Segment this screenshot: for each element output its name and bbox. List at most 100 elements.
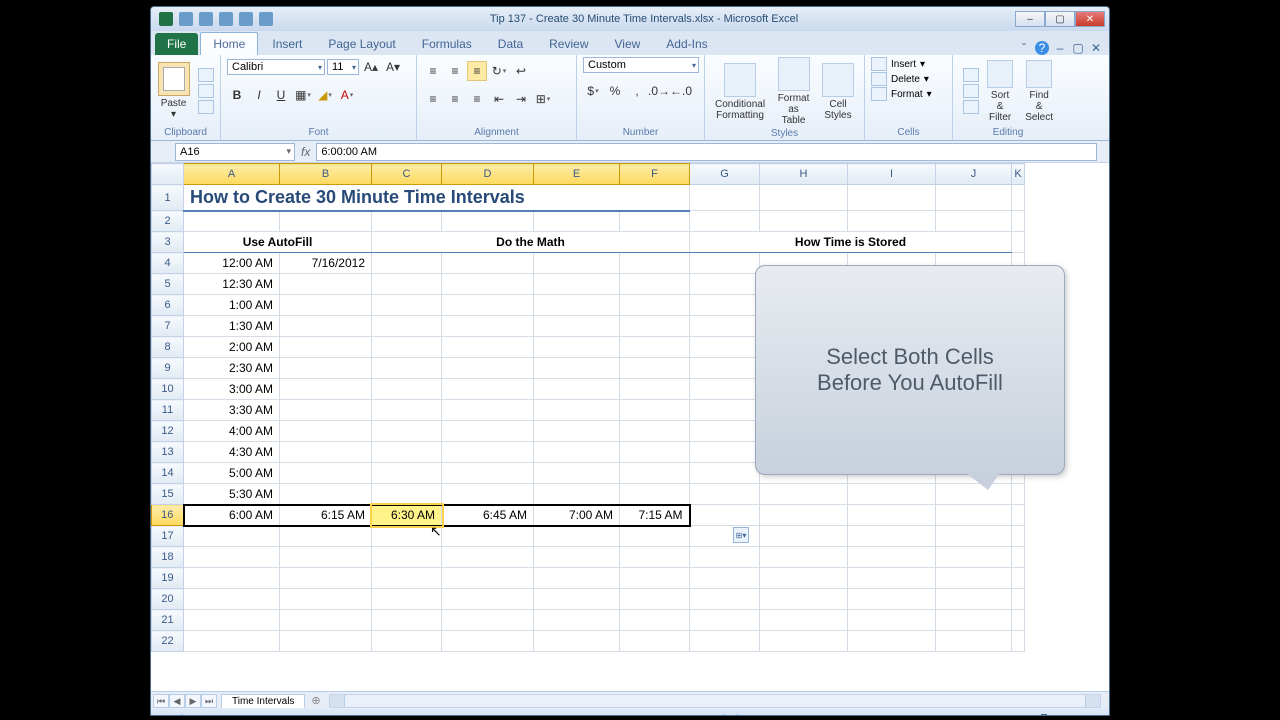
cell-K20[interactable]	[1012, 589, 1025, 610]
cell-E10[interactable]	[534, 379, 620, 400]
cell-C18[interactable]	[372, 547, 442, 568]
cell-B18[interactable]	[280, 547, 372, 568]
row-header-2[interactable]: 2	[152, 211, 184, 232]
cell-K2[interactable]	[1012, 211, 1025, 232]
cell-J19[interactable]	[936, 568, 1012, 589]
cell-G10[interactable]	[690, 379, 760, 400]
cell-I17[interactable]	[848, 526, 936, 547]
col-header-A[interactable]: A	[184, 164, 280, 185]
cell-A20[interactable]	[184, 589, 280, 610]
cell-B12[interactable]	[280, 421, 372, 442]
cell-B11[interactable]	[280, 400, 372, 421]
cell-D15[interactable]	[442, 484, 534, 505]
minimize-ribbon-icon[interactable]: ˇ	[1017, 41, 1031, 55]
col-header-D[interactable]: D	[442, 164, 534, 185]
cell-F15[interactable]	[620, 484, 690, 505]
cell-A17[interactable]	[184, 526, 280, 547]
redo-icon[interactable]	[219, 12, 233, 26]
cell-C11[interactable]	[372, 400, 442, 421]
cell-D11[interactable]	[442, 400, 534, 421]
cell-E12[interactable]	[534, 421, 620, 442]
cell-A2[interactable]	[184, 211, 280, 232]
cell-C12[interactable]	[372, 421, 442, 442]
cell-C19[interactable]	[372, 568, 442, 589]
cell-G11[interactable]	[690, 400, 760, 421]
qat-icon[interactable]	[239, 12, 253, 26]
cell-C15[interactable]	[372, 484, 442, 505]
cell-F8[interactable]	[620, 337, 690, 358]
view-page-layout-icon[interactable]: ▤	[902, 714, 911, 717]
italic-button[interactable]: I	[249, 85, 269, 105]
cell-F11[interactable]	[620, 400, 690, 421]
cell-B9[interactable]	[280, 358, 372, 379]
cell-G1[interactable]	[690, 185, 760, 211]
cell-I16[interactable]	[848, 505, 936, 526]
cell-K19[interactable]	[1012, 568, 1025, 589]
cell-D7[interactable]	[442, 316, 534, 337]
cell-styles-button[interactable]: Cell Styles	[818, 63, 858, 121]
accounting-format-icon[interactable]: $	[583, 81, 603, 101]
conditional-formatting-button[interactable]: Conditional Formatting	[711, 63, 769, 121]
cell-G16[interactable]	[690, 505, 760, 526]
cell-E5[interactable]	[534, 274, 620, 295]
format-as-table-button[interactable]: Format as Table	[773, 57, 814, 126]
save-icon[interactable]	[179, 12, 193, 26]
cell-E6[interactable]	[534, 295, 620, 316]
cell-B16[interactable]: 6:15 AM	[280, 505, 372, 526]
cell-J21[interactable]	[936, 610, 1012, 631]
cell-I18[interactable]	[848, 547, 936, 568]
cell-B7[interactable]	[280, 316, 372, 337]
insert-cells-button[interactable]: Insert ▾	[871, 57, 946, 71]
align-middle-icon[interactable]: ≡	[445, 61, 465, 81]
cut-icon[interactable]	[198, 68, 214, 82]
cell-G8[interactable]	[690, 337, 760, 358]
col-header-K[interactable]: K	[1012, 164, 1025, 185]
cell-I2[interactable]	[848, 211, 936, 232]
cell-G19[interactable]	[690, 568, 760, 589]
cell-K15[interactable]	[1012, 484, 1025, 505]
cell-B20[interactable]	[280, 589, 372, 610]
number-format-select[interactable]: Custom	[583, 57, 699, 73]
cell-F4[interactable]	[620, 253, 690, 274]
cell-G14[interactable]	[690, 463, 760, 484]
undo-icon[interactable]	[199, 12, 213, 26]
help-icon[interactable]: ?	[1035, 41, 1049, 55]
row-header-7[interactable]: 7	[152, 316, 184, 337]
cell-C4[interactable]	[372, 253, 442, 274]
find-select-button[interactable]: Find & Select	[1021, 60, 1057, 123]
cell-A10[interactable]: 3:00 AM	[184, 379, 280, 400]
cell-C3[interactable]: Do the Math	[372, 232, 690, 253]
tab-insert[interactable]: Insert	[260, 33, 314, 55]
row-header-5[interactable]: 5	[152, 274, 184, 295]
cell-B13[interactable]	[280, 442, 372, 463]
fx-icon[interactable]: fx	[301, 145, 310, 159]
row-header-11[interactable]: 11	[152, 400, 184, 421]
cell-E2[interactable]	[534, 211, 620, 232]
cell-B19[interactable]	[280, 568, 372, 589]
border-button[interactable]: ▦	[293, 85, 313, 105]
cell-G3[interactable]: How Time is Stored	[690, 232, 1012, 253]
fill-icon[interactable]	[963, 84, 979, 98]
font-size-select[interactable]: 11	[327, 59, 359, 75]
new-sheet-icon[interactable]: ⊕	[311, 694, 320, 707]
cell-D8[interactable]	[442, 337, 534, 358]
cell-E18[interactable]	[534, 547, 620, 568]
cell-G12[interactable]	[690, 421, 760, 442]
align-center-icon[interactable]: ≡	[445, 89, 465, 109]
cell-A18[interactable]	[184, 547, 280, 568]
col-header-F[interactable]: F	[620, 164, 690, 185]
horizontal-scrollbar[interactable]	[329, 694, 1101, 708]
tab-nav-prev-icon[interactable]: ◀	[169, 694, 185, 708]
cell-G22[interactable]	[690, 631, 760, 652]
autosum-icon[interactable]	[963, 68, 979, 82]
cell-D20[interactable]	[442, 589, 534, 610]
tab-home[interactable]: Home	[200, 32, 258, 55]
col-header-J[interactable]: J	[936, 164, 1012, 185]
row-header-1[interactable]: 1	[152, 185, 184, 211]
cell-E8[interactable]	[534, 337, 620, 358]
cell-C9[interactable]	[372, 358, 442, 379]
copy-icon[interactable]	[198, 84, 214, 98]
cell-E15[interactable]	[534, 484, 620, 505]
cell-D4[interactable]	[442, 253, 534, 274]
row-header-16[interactable]: 16	[152, 505, 184, 526]
